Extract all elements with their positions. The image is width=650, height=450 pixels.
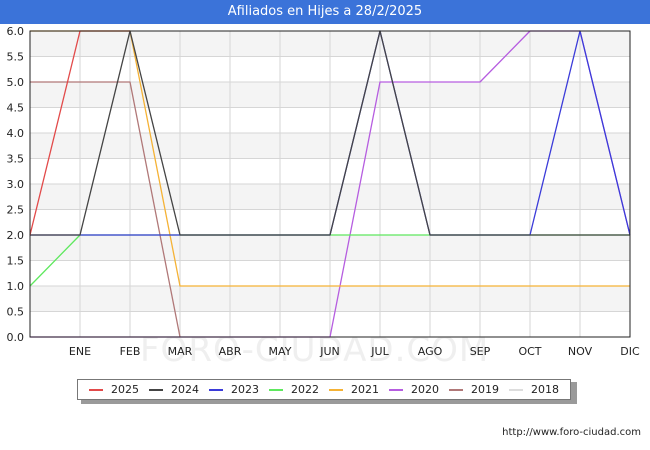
y-tick-label: 4.5	[7, 102, 25, 115]
legend-swatch	[509, 388, 523, 391]
legend-item-2024: 2024	[149, 383, 199, 396]
legend: 2025 2024 2023 2022 2021 2020 2019 2018	[77, 379, 571, 400]
legend-swatch	[389, 388, 403, 391]
y-tick-label: 1.0	[7, 280, 25, 293]
y-tick-label: 3.0	[7, 178, 25, 191]
x-tick-label: ABR	[219, 345, 242, 358]
x-tick-label: FEB	[120, 345, 141, 358]
legend-label: 2019	[471, 383, 499, 396]
y-tick-label: 1.5	[7, 255, 25, 268]
legend-swatch	[449, 388, 463, 391]
x-tick-label: JUL	[370, 345, 389, 358]
legend-swatch	[209, 388, 223, 391]
legend-swatch	[89, 388, 103, 391]
x-tick-label: MAR	[168, 345, 193, 358]
legend-label: 2024	[171, 383, 199, 396]
y-tick-label: 6.0	[7, 25, 25, 38]
legend-label: 2025	[111, 383, 139, 396]
x-tick-label: OCT	[518, 345, 541, 358]
legend-swatch	[269, 388, 283, 391]
x-tick-label: MAY	[269, 345, 292, 358]
y-tick-label: 5.5	[7, 51, 25, 64]
legend-item-2020: 2020	[389, 383, 439, 396]
y-tick-label: 0.5	[7, 306, 25, 319]
legend-item-2019: 2019	[449, 383, 499, 396]
footer-url: http://www.foro-ciudad.com	[502, 427, 641, 438]
legend-item-2018: 2018	[509, 383, 559, 396]
x-tick-label: AGO	[418, 345, 443, 358]
x-tick-label: NOV	[568, 345, 593, 358]
legend-label: 2023	[231, 383, 259, 396]
legend-label: 2022	[291, 383, 319, 396]
legend-item-2023: 2023	[209, 383, 259, 396]
x-tick-label: ENE	[69, 345, 91, 358]
legend-item-2022: 2022	[269, 383, 319, 396]
y-tick-label: 0.0	[7, 331, 25, 344]
legend-swatch	[149, 388, 163, 391]
x-tick-label: SEP	[470, 345, 491, 358]
legend-swatch	[329, 388, 343, 391]
y-tick-label: 5.0	[7, 76, 25, 89]
legend-label: 2018	[531, 383, 559, 396]
x-tick-label: DIC	[620, 345, 640, 358]
legend-item-2025: 2025	[89, 383, 139, 396]
legend-label: 2021	[351, 383, 379, 396]
x-tick-label: JUN	[319, 345, 340, 358]
y-tick-label: 2.0	[7, 229, 25, 242]
legend-label: 2020	[411, 383, 439, 396]
y-tick-label: 2.5	[7, 204, 25, 217]
y-tick-label: 3.5	[7, 153, 25, 166]
y-tick-label: 4.0	[7, 127, 25, 140]
legend-item-2021: 2021	[329, 383, 379, 396]
